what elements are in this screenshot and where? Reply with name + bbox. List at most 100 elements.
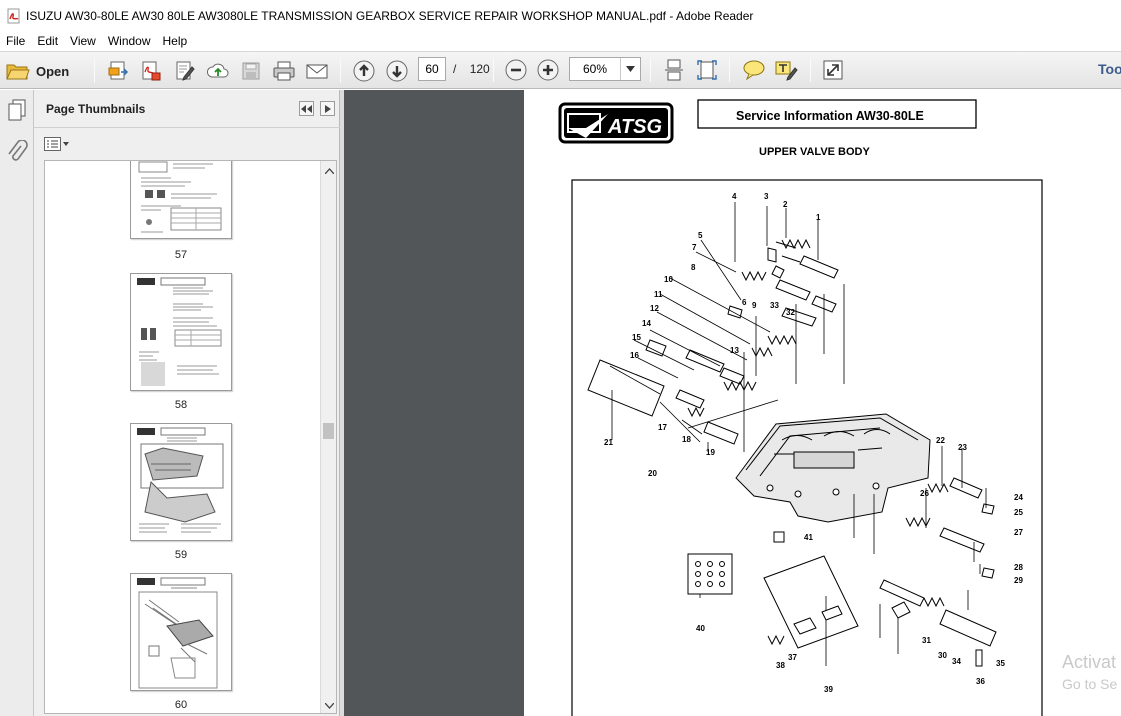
zoom-in-button[interactable] <box>535 57 561 83</box>
page-total: / 120 <box>453 62 490 76</box>
thumbnail-label-57: 57 <box>174 249 188 261</box>
thumbnail-scrollbar[interactable] <box>320 161 336 713</box>
callout-10: 10 <box>664 275 673 284</box>
callout-21: 21 <box>604 438 613 447</box>
comment-icon <box>743 60 765 81</box>
double-chevron-left-icon <box>301 104 312 113</box>
open-button[interactable]: Open <box>6 58 84 84</box>
pages-icon <box>8 99 26 121</box>
callout-5: 5 <box>698 231 703 240</box>
comment-button[interactable] <box>741 57 767 83</box>
tools-tab[interactable]: Tools <box>1098 61 1121 77</box>
service-info-header: Service Information AW30-80LE <box>736 109 924 123</box>
save-icon <box>242 62 260 80</box>
menu-help[interactable]: Help <box>157 31 194 51</box>
zoom-dropdown[interactable] <box>620 58 640 80</box>
thumbnail-options-button[interactable] <box>44 136 70 152</box>
callout-4: 4 <box>732 192 737 201</box>
pdf-page: ATSG Service Information AW30-80LE UPPER… <box>524 90 1121 716</box>
zoom-select[interactable]: 60% <box>569 57 641 81</box>
callout-19: 19 <box>706 448 715 457</box>
valve-body-illustration <box>587 241 997 647</box>
thumbnail-page-58[interactable] <box>130 273 232 391</box>
zoom-in-icon <box>537 59 559 81</box>
callout-17: 17 <box>658 423 667 432</box>
callout-33: 33 <box>770 301 779 310</box>
chevron-down-icon <box>324 703 334 709</box>
page-60-preview <box>137 577 218 689</box>
callout-15: 15 <box>632 333 641 342</box>
attachments-tool[interactable] <box>6 139 28 169</box>
collapse-panel-button[interactable] <box>299 101 314 116</box>
thumbnail-list[interactable]: 57 58 59 60 <box>44 160 337 714</box>
menu-window[interactable]: Window <box>102 31 157 51</box>
open-label: Open <box>36 63 70 79</box>
fullscreen-button[interactable] <box>820 57 846 83</box>
activation-watermark-line1: Activat <box>1062 652 1117 672</box>
create-pdf-icon <box>108 61 129 80</box>
activation-watermark-line2: Go to Se <box>1062 676 1118 692</box>
scroll-mode-icon <box>665 59 683 81</box>
scroll-up-button[interactable] <box>324 166 334 176</box>
previous-page-button[interactable] <box>351 58 377 84</box>
callout-16: 16 <box>630 351 639 360</box>
callout-34: 34 <box>952 657 961 666</box>
page-58-preview <box>137 277 222 386</box>
callout-29: 29 <box>1014 576 1023 585</box>
thumbnail-label-60: 60 <box>174 699 188 711</box>
email-button[interactable] <box>304 58 330 84</box>
page-thumbnails-tool[interactable] <box>6 99 28 124</box>
open-folder-icon <box>6 64 30 80</box>
print-button[interactable] <box>271 58 297 84</box>
scrollbar-thumb[interactable] <box>323 423 334 439</box>
document-view[interactable]: ATSG Service Information AW30-80LE UPPER… <box>344 90 1121 716</box>
thumbnail-page-57[interactable] <box>130 161 232 239</box>
chevron-right-icon <box>324 104 331 113</box>
upload-cloud-button[interactable] <box>205 58 231 84</box>
page-59-preview <box>137 427 224 533</box>
sign-button[interactable] <box>773 57 799 83</box>
atsg-logo-text: ATSG <box>607 116 662 138</box>
menu-file[interactable]: File <box>0 31 31 51</box>
callout-32: 32 <box>786 308 795 317</box>
export-pdf-button[interactable] <box>139 58 163 84</box>
options-list-icon <box>44 137 69 151</box>
menu-edit[interactable]: Edit <box>31 31 64 51</box>
chevron-down-icon <box>626 66 635 72</box>
expand-panel-button[interactable] <box>320 101 335 116</box>
panel-header: Page Thumbnails <box>34 90 340 128</box>
edit-pdf-button[interactable] <box>173 58 197 84</box>
zoom-value: 60% <box>582 62 608 76</box>
zoom-out-button[interactable] <box>503 57 529 83</box>
thumbnail-page-59[interactable] <box>130 423 232 541</box>
email-icon <box>306 64 328 79</box>
diagram-subtitle: UPPER VALVE BODY <box>759 146 870 158</box>
save-button[interactable] <box>239 58 263 84</box>
callout-38: 38 <box>776 661 785 670</box>
upload-cloud-icon <box>206 63 229 78</box>
thumbnail-page-60[interactable] <box>130 573 232 691</box>
callout-24: 24 <box>1014 493 1023 502</box>
create-pdf-button[interactable] <box>106 58 130 84</box>
callout-8: 8 <box>691 263 696 272</box>
callout-22: 22 <box>936 436 945 445</box>
page-57-preview <box>138 161 222 233</box>
menu-view[interactable]: View <box>64 31 102 51</box>
next-page-button[interactable] <box>384 58 410 84</box>
thumbnail-label-59: 59 <box>174 549 188 561</box>
fit-page-button[interactable] <box>694 57 720 83</box>
menu-bar: File Edit View Window Help <box>0 31 1121 51</box>
page-number-input[interactable]: 60 <box>418 57 446 81</box>
scroll-mode-button[interactable] <box>661 57 687 83</box>
callout-13: 13 <box>730 346 739 355</box>
callout-20: 20 <box>648 469 657 478</box>
callout-6: 6 <box>742 298 747 307</box>
edit-pdf-icon <box>176 61 195 81</box>
fit-page-icon <box>697 60 717 80</box>
callout-39: 39 <box>824 685 833 694</box>
print-icon <box>273 61 295 81</box>
scroll-down-button[interactable] <box>324 701 334 711</box>
callout-41: 41 <box>804 533 813 542</box>
callout-26: 26 <box>920 489 929 498</box>
upper-valve-body-diagram: ATSG Service Information AW30-80LE UPPER… <box>558 99 1043 716</box>
